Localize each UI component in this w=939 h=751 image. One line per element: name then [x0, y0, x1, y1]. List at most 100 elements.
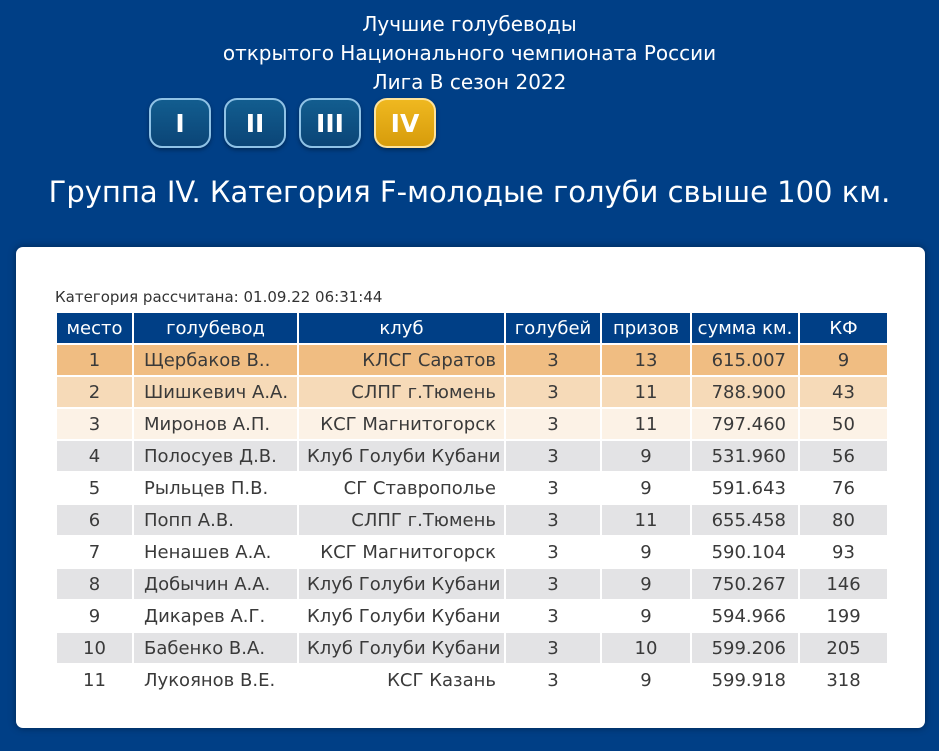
prizes-cell: 9: [600, 535, 692, 569]
club-cell: СГ Ставрополье: [297, 471, 506, 505]
column-header-breeder[interactable]: голубевод: [132, 311, 299, 345]
table-row: 10 Бабенко В.А. Клуб Голуби Кубани 3 10 …: [55, 631, 889, 665]
place-cell: 10: [55, 631, 134, 665]
pigeons-cell: 3: [504, 535, 602, 569]
place-cell: 11: [55, 663, 134, 697]
prizes-cell: 11: [600, 503, 692, 537]
kf-cell: 318: [798, 663, 889, 697]
table-row: 3 Миронов А.П. КСГ Магнитогорск 3 11 797…: [55, 407, 889, 441]
table-body: 1 Щербаков В.. КЛСГ Саратов 3 13 615.007…: [55, 343, 889, 697]
sum-km-cell: 788.900: [690, 375, 800, 409]
table-row: 2 Шишкевич А.А. СЛПГ г.Тюмень 3 11 788.9…: [55, 375, 889, 409]
table-header-row: место голубевод клуб голубей призов сумм…: [55, 311, 889, 345]
group-button-2[interactable]: II: [224, 98, 286, 148]
pigeons-cell: 3: [504, 663, 602, 697]
club-cell: КСГ Магнитогорск: [297, 407, 506, 441]
column-header-kf[interactable]: КФ: [798, 311, 889, 345]
pigeons-cell: 3: [504, 503, 602, 537]
breeder-cell: Миронов А.П.: [132, 407, 299, 441]
group-button-1[interactable]: I: [149, 98, 211, 148]
pigeons-cell: 3: [504, 343, 602, 377]
breeder-cell: Бабенко В.А.: [132, 631, 299, 665]
header-line-1: Лучшие голубеводы: [362, 12, 577, 36]
club-cell: КСГ Казань: [297, 663, 506, 697]
group-category-title: Группа IV. Категория F-молодые голуби св…: [48, 175, 891, 209]
breeder-cell: Дикарев А.Г.: [132, 599, 299, 633]
place-cell: 5: [55, 471, 134, 505]
place-cell: 3: [55, 407, 134, 441]
sum-km-cell: 599.918: [690, 663, 800, 697]
prizes-cell: 10: [600, 631, 692, 665]
sum-km-cell: 594.966: [690, 599, 800, 633]
kf-cell: 80: [798, 503, 889, 537]
group-selector: I II III IV: [149, 98, 436, 150]
prizes-cell: 11: [600, 407, 692, 441]
breeder-cell: Полосуев Д.В.: [132, 439, 299, 473]
kf-cell: 9: [798, 343, 889, 377]
table-row: 1 Щербаков В.. КЛСГ Саратов 3 13 615.007…: [55, 343, 889, 377]
table-row: 6 Попп А.В. СЛПГ г.Тюмень 3 11 655.458 8…: [55, 503, 889, 537]
kf-cell: 205: [798, 631, 889, 665]
sum-km-cell: 797.460: [690, 407, 800, 441]
club-cell: КСГ Магнитогорск: [297, 535, 506, 569]
kf-cell: 50: [798, 407, 889, 441]
column-header-place[interactable]: место: [55, 311, 134, 345]
column-header-club[interactable]: клуб: [297, 311, 506, 345]
club-cell: Клуб Голуби Кубани: [297, 599, 506, 633]
club-cell: Клуб Голуби Кубани: [297, 439, 506, 473]
pigeons-cell: 3: [504, 407, 602, 441]
prizes-cell: 9: [600, 663, 692, 697]
club-cell: СЛПГ г.Тюмень: [297, 375, 506, 409]
breeder-cell: Щербаков В..: [132, 343, 299, 377]
prizes-cell: 11: [600, 375, 692, 409]
kf-cell: 43: [798, 375, 889, 409]
table-row: 9 Дикарев А.Г. Клуб Голуби Кубани 3 9 59…: [55, 599, 889, 633]
column-header-sum-km[interactable]: сумма км.: [690, 311, 800, 345]
table-row: 5 Рыльцев П.В. СГ Ставрополье 3 9 591.64…: [55, 471, 889, 505]
table-row: 8 Добычин А.А. Клуб Голуби Кубани 3 9 75…: [55, 567, 889, 601]
group-button-4[interactable]: IV: [374, 98, 436, 148]
place-cell: 9: [55, 599, 134, 633]
club-cell: Клуб Голуби Кубани: [297, 567, 506, 601]
club-cell: Клуб Голуби Кубани: [297, 631, 506, 665]
table-row: 4 Полосуев Д.В. Клуб Голуби Кубани 3 9 5…: [55, 439, 889, 473]
column-header-pigeons[interactable]: голубей: [504, 311, 602, 345]
breeder-cell: Лукоянов В.Е.: [132, 663, 299, 697]
breeder-cell: Попп А.В.: [132, 503, 299, 537]
table-row: 7 Ненашев А.А. КСГ Магнитогорск 3 9 590.…: [55, 535, 889, 569]
club-cell: СЛПГ г.Тюмень: [297, 503, 506, 537]
breeder-cell: Ненашев А.А.: [132, 535, 299, 569]
place-cell: 6: [55, 503, 134, 537]
sum-km-cell: 531.960: [690, 439, 800, 473]
results-table: место голубевод клуб голубей призов сумм…: [55, 311, 889, 697]
kf-cell: 93: [798, 535, 889, 569]
calculated-timestamp: Категория рассчитана: 01.09.22 06:31:44: [55, 288, 383, 306]
breeder-cell: Рыльцев П.В.: [132, 471, 299, 505]
pigeons-cell: 3: [504, 439, 602, 473]
pigeons-cell: 3: [504, 599, 602, 633]
prizes-cell: 9: [600, 439, 692, 473]
kf-cell: 199: [798, 599, 889, 633]
sum-km-cell: 615.007: [690, 343, 800, 377]
results-card: Категория рассчитана: 01.09.22 06:31:44 …: [16, 247, 925, 728]
kf-cell: 56: [798, 439, 889, 473]
column-header-prizes[interactable]: призов: [600, 311, 692, 345]
table-row: 11 Лукоянов В.Е. КСГ Казань 3 9 599.918 …: [55, 663, 889, 697]
prizes-cell: 9: [600, 567, 692, 601]
page-header: Лучшие голубеводы открытого Национальног…: [0, 10, 939, 97]
header-line-2: открытого Национального чемпионата Росси…: [222, 41, 717, 65]
place-cell: 4: [55, 439, 134, 473]
breeder-cell: Добычин А.А.: [132, 567, 299, 601]
pigeons-cell: 3: [504, 631, 602, 665]
group-button-3[interactable]: III: [299, 98, 361, 148]
kf-cell: 76: [798, 471, 889, 505]
club-cell: КЛСГ Саратов: [297, 343, 506, 377]
place-cell: 1: [55, 343, 134, 377]
pigeons-cell: 3: [504, 567, 602, 601]
prizes-cell: 9: [600, 599, 692, 633]
sum-km-cell: 591.643: [690, 471, 800, 505]
header-line-3: Лига В сезон 2022: [372, 70, 567, 94]
place-cell: 2: [55, 375, 134, 409]
place-cell: 8: [55, 567, 134, 601]
sum-km-cell: 599.206: [690, 631, 800, 665]
